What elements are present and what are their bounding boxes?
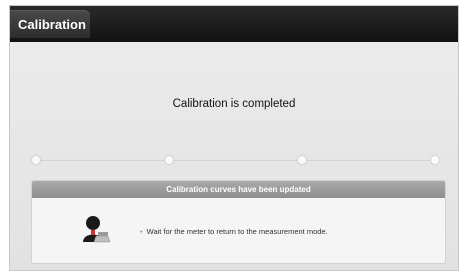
progress-step-2	[165, 156, 173, 164]
progress-step-1	[32, 156, 40, 164]
progress-line	[36, 160, 435, 161]
progress-step-4	[431, 156, 439, 164]
user-at-computer-icon	[83, 216, 111, 243]
instruction-note: • Wait for the meter to return to the mea…	[140, 227, 328, 236]
info-panel: Calibration curves have been updated • Wa…	[31, 180, 446, 264]
title-bar: Calibration	[10, 6, 458, 42]
window-title: Calibration	[18, 17, 86, 32]
progress-indicator	[32, 156, 439, 166]
progress-step-3	[298, 156, 306, 164]
status-message: Calibration is completed	[172, 98, 296, 110]
panel-header: Calibration curves have been updated	[32, 181, 445, 198]
bullet: •	[140, 227, 143, 236]
instruction-text: Wait for the meter to return to the meas…	[146, 227, 328, 236]
calibration-window: Calibration Calibration is completed Cal…	[10, 6, 458, 270]
